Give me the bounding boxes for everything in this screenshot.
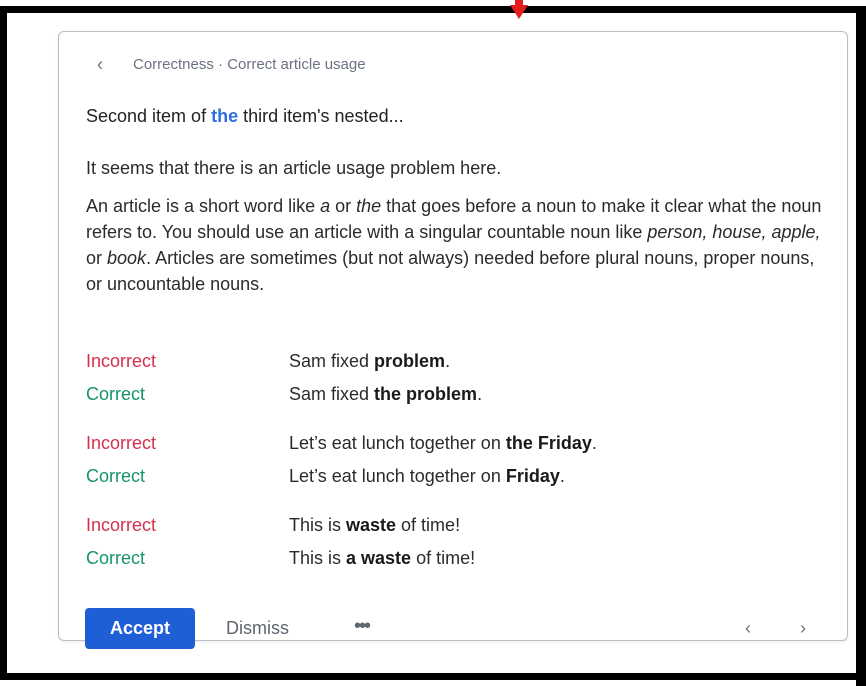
example-label-correct: Correct [86,384,146,404]
example-text: Let’s eat lunch together on Friday. [289,466,565,486]
example-label-correct: Correct [86,548,146,568]
example-row: Correct Sam fixed the problem. [86,384,482,408]
example-row: Incorrect Let’s eat lunch together on th… [86,433,597,457]
example-text: This is a waste of time! [289,548,476,568]
example-label-incorrect: Incorrect [86,351,157,371]
example-text: Sam fixed the problem. [289,384,483,404]
example-text: Sam fixed problem. [289,351,451,371]
frame-edge [856,6,866,686]
example-label-incorrect: Incorrect [86,515,157,535]
accept-button[interactable]: Accept [85,608,195,649]
explanation-lead: It seems that there is an article usage … [86,158,502,178]
dismiss-button[interactable]: Dismiss [226,618,289,639]
card-header: ‹ Correctness · Correct article usage [97,53,366,76]
previous-suggestion-icon[interactable]: ‹ [745,618,751,639]
more-options-icon[interactable]: ••• [354,615,371,638]
card-footer: Accept Dismiss ••• ‹ › [85,608,830,649]
example-text: This is waste of time! [289,515,461,535]
back-chevron-icon[interactable]: ‹ [97,53,113,76]
flagged-text-excerpt: Second item of the third item's nested..… [86,106,404,127]
excerpt-after: third item's nested... [238,106,404,126]
suggestion-card: ‹ Correctness · Correct article usage Se… [58,31,848,649]
breadcrumb: Correctness · Correct article usage [133,56,366,73]
example-row: Incorrect This is waste of time! [86,515,460,539]
example-row: Correct Let’s eat lunch together on Frid… [86,466,565,490]
example-row: Incorrect Sam fixed problem. [86,351,450,375]
excerpt-highlight[interactable]: the [211,106,238,126]
example-row: Correct This is a waste of time! [86,548,475,572]
example-label-correct: Correct [86,466,146,486]
excerpt-before: Second item of [86,106,212,126]
example-label-incorrect: Incorrect [86,433,157,453]
explanation-paragraph: An article is a short word like a or the… [86,196,822,294]
example-text: Let’s eat lunch together on the Friday. [289,433,597,453]
next-suggestion-icon[interactable]: › [800,618,806,639]
